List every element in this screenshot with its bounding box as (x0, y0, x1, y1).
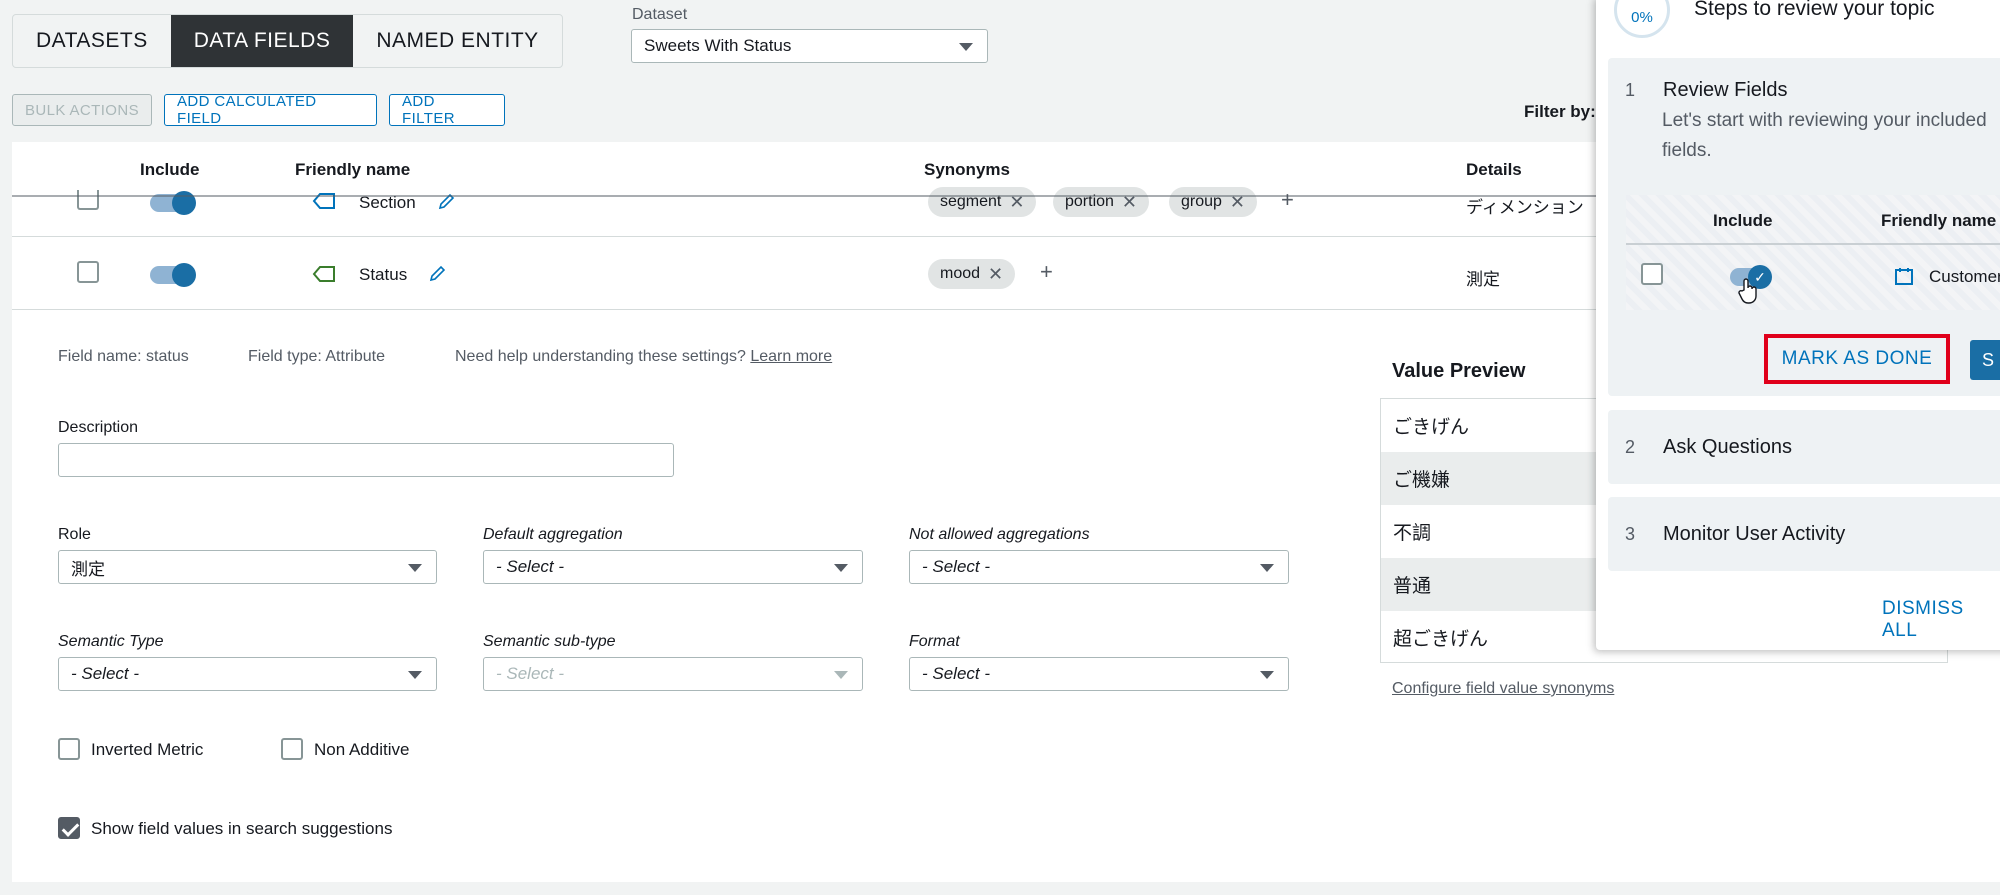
tab-bar: DATASETS DATA FIELDS NAMED ENTITY (12, 14, 563, 68)
tab-datasets[interactable]: DATASETS (13, 15, 171, 67)
header-friendly-name: Friendly name (295, 160, 411, 179)
step-title[interactable]: Monitor User Activity (1663, 523, 1845, 546)
add-calculated-field-button[interactable]: ADD CALCULATED FIELD (164, 93, 377, 127)
select-value: - Select - (71, 664, 140, 683)
tab-named-entity[interactable]: NAMED ENTITY (353, 15, 561, 67)
step-title[interactable]: Review Fields (1663, 79, 1787, 102)
filter-by-label: Filter by: (1524, 102, 1596, 121)
semantic-subtype-label: Semantic sub-type (483, 633, 616, 650)
row-select-checkbox[interactable] (77, 190, 99, 210)
friendly-name-cell: Status (359, 265, 408, 284)
synonym-chip: portion ✕ (1053, 187, 1150, 217)
show-values-label: Show field values in search suggestions (91, 819, 393, 838)
edit-pencil-icon[interactable] (429, 264, 447, 282)
mini-header-include: Include (1713, 211, 1773, 230)
field-name-text: Field name: status (58, 348, 189, 365)
not-allowed-aggregations-label: Not allowed aggregations (909, 526, 1090, 543)
role-select-value: 測定 (71, 559, 105, 579)
field-type-text: Field type: Attribute (248, 348, 385, 365)
inverted-metric-label: Inverted Metric (91, 740, 204, 759)
chevron-down-icon (408, 671, 422, 679)
non-additive-checkbox[interactable] (281, 738, 303, 760)
tab-data-fields[interactable]: DATA FIELDS (170, 15, 354, 67)
header-include: Include (140, 160, 200, 179)
add-synonym-icon[interactable]: + (1281, 187, 1294, 213)
remove-icon[interactable]: ✕ (988, 264, 1003, 285)
select-value: - Select - (922, 664, 991, 683)
bulk-actions-button[interactable]: BULK ACTIONS (12, 94, 152, 126)
details-cell: 測定 (1466, 270, 1500, 289)
semantic-subtype-select: - Select - (483, 657, 863, 691)
panel-title: Steps to review your topic (1694, 0, 1935, 20)
format-label: Format (909, 633, 960, 650)
chevron-down-icon (834, 671, 848, 679)
semantic-type-select[interactable]: - Select - (58, 657, 437, 691)
step-number: 2 (1625, 437, 1636, 457)
hand-cursor-icon (1738, 278, 1757, 304)
row-select-checkbox[interactable] (77, 261, 99, 283)
configure-synonyms-link[interactable]: Configure field value synonyms (1392, 680, 1614, 698)
role-label: Role (58, 526, 91, 543)
synonym-chip: mood ✕ (928, 259, 1016, 289)
step-number: 1 (1625, 80, 1636, 100)
select-value: - Select - (922, 557, 991, 576)
calendar-icon (1895, 268, 1913, 285)
mini-header-divider (1626, 243, 2000, 245)
header-synonyms: Synonyms (924, 160, 1010, 179)
default-aggregation-label: Default aggregation (483, 526, 623, 543)
next-step-button[interactable]: S (1970, 340, 2000, 380)
value-preview-title: Value Preview (1392, 360, 1526, 382)
non-additive-label: Non Additive (314, 740, 410, 759)
mini-row-name: Customer (1929, 267, 2000, 286)
dataset-label: Dataset (632, 6, 688, 23)
select-value: - Select - (496, 557, 565, 576)
chevron-down-icon (1260, 564, 1274, 572)
synonym-chip: segment ✕ (928, 187, 1037, 217)
chevron-down-icon (408, 564, 422, 572)
step-title[interactable]: Ask Questions (1663, 436, 1792, 459)
synonym-chip: group ✕ (1169, 187, 1258, 217)
select-value: - Select - (496, 664, 565, 683)
measure-icon (312, 266, 335, 282)
description-input[interactable] (58, 443, 674, 477)
learn-more-link[interactable]: Learn more (750, 348, 832, 365)
step-number: 3 (1625, 524, 1636, 544)
help-text: Need help understanding these settings? … (455, 348, 833, 365)
semantic-type-label: Semantic Type (58, 633, 164, 650)
add-synonym-icon[interactable]: + (1040, 259, 1053, 285)
dataset-select[interactable]: Sweets With Status (631, 29, 988, 63)
header-details: Details (1466, 160, 1522, 179)
dismiss-all-button[interactable]: DISMISS ALL (1882, 598, 2000, 642)
default-aggregation-select[interactable]: - Select - (483, 550, 863, 584)
include-toggle[interactable] (150, 263, 196, 287)
inverted-metric-checkbox[interactable] (58, 738, 80, 760)
mini-header-friendly-name: Friendly name (1881, 211, 1997, 230)
add-filter-button[interactable]: ADD FILTER (389, 93, 505, 127)
show-values-checkbox[interactable] (58, 817, 80, 839)
chevron-down-icon (1260, 671, 1274, 679)
mini-row-checkbox (1641, 263, 1663, 285)
format-select[interactable]: - Select - (909, 657, 1289, 691)
not-allowed-aggregations-select[interactable]: - Select - (909, 550, 1289, 584)
role-select[interactable]: 測定 (58, 550, 437, 584)
dataset-select-value: Sweets With Status (644, 36, 792, 55)
description-label: Description (58, 419, 139, 436)
mark-as-done-button[interactable]: MARK AS DONE (1764, 334, 1950, 384)
chevron-down-icon (959, 43, 973, 51)
step-description: Let's start with reviewing your included… (1662, 110, 1987, 161)
chevron-down-icon (834, 564, 848, 572)
